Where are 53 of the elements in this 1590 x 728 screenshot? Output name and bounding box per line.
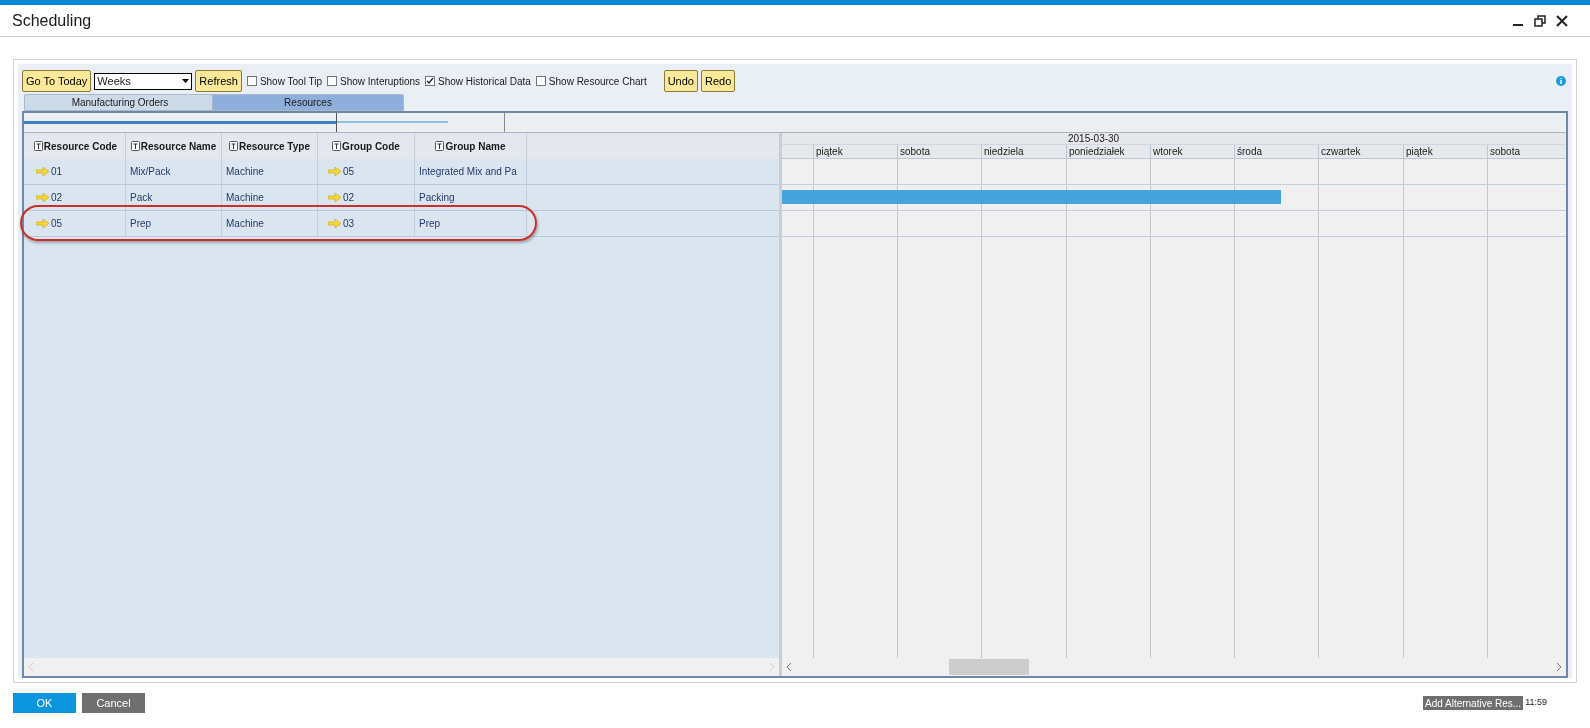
table-cell: Integrated Mix and Pa	[415, 159, 527, 184]
checkbox-label: Show Historical Data	[438, 74, 531, 89]
table-cell: Pack	[126, 185, 222, 210]
table-cell: Prep	[126, 211, 222, 236]
add-alternative-button[interactable]: Add Alternative Res...	[1422, 696, 1524, 710]
window-title: Scheduling	[12, 10, 93, 31]
column-header[interactable]: Resource Code	[26, 133, 126, 159]
go-to-today-button[interactable]: Go To Today	[22, 70, 92, 92]
day-label: piątek	[816, 146, 843, 157]
table-cell: Machine	[222, 159, 318, 184]
day-label: środa	[1237, 146, 1262, 157]
checkbox[interactable]	[326, 76, 337, 86]
undo-button[interactable]: Undo	[663, 70, 698, 92]
redo-button[interactable]: Redo	[700, 70, 736, 92]
restore-icon[interactable]	[1534, 14, 1546, 27]
day-label: sobota	[1490, 146, 1521, 157]
checkbox-label: Show Resource Chart	[548, 74, 647, 89]
cancel-button[interactable]: Cancel	[82, 693, 145, 713]
view-dropdown[interactable]: Weeks	[94, 72, 193, 90]
checkbox[interactable]	[246, 76, 257, 86]
day-label: czwartek	[1321, 146, 1361, 157]
table-cell: Machine	[222, 211, 318, 236]
column-header[interactable]: Resource Name	[126, 133, 222, 159]
date-label: 2015-03-30	[1068, 133, 1120, 144]
column-header[interactable]: Group Name	[415, 133, 527, 159]
table-cell: 05	[26, 211, 126, 236]
scroll-thumb[interactable]	[949, 659, 1029, 675]
table-cell: 03	[318, 211, 415, 236]
table-cell: 02	[318, 185, 415, 210]
tab[interactable]: Resources	[212, 94, 404, 111]
column-header[interactable]: Group Code	[318, 133, 415, 159]
day-label: niedziela	[984, 146, 1024, 157]
table-cell: Packing	[415, 185, 527, 210]
checkbox-label: Show Tool Tip	[259, 74, 322, 89]
day-label: poniedziałek	[1069, 146, 1125, 157]
checkbox[interactable]	[425, 76, 436, 86]
day-label: sobota	[900, 146, 931, 157]
table-cell: Mix/Pack	[126, 159, 222, 184]
day-label: piątek	[1406, 146, 1433, 157]
table-cell: 05	[318, 159, 415, 184]
table-cell: Machine	[222, 185, 318, 210]
table-cell: Prep	[415, 211, 527, 236]
table-cell: 01	[26, 159, 126, 184]
time-label: 11:59	[1525, 696, 1547, 710]
day-label: wtorek	[1153, 146, 1183, 157]
table-cell: 02	[26, 185, 126, 210]
column-header[interactable]: Resource Type	[222, 133, 318, 159]
caret-icon	[182, 79, 190, 83]
close-icon[interactable]	[1556, 14, 1568, 27]
info-icon[interactable]	[1556, 76, 1566, 86]
checkbox[interactable]	[535, 76, 546, 86]
refresh-button[interactable]: Refresh	[195, 70, 242, 92]
checkbox-label: Show Interuptions	[339, 74, 421, 89]
